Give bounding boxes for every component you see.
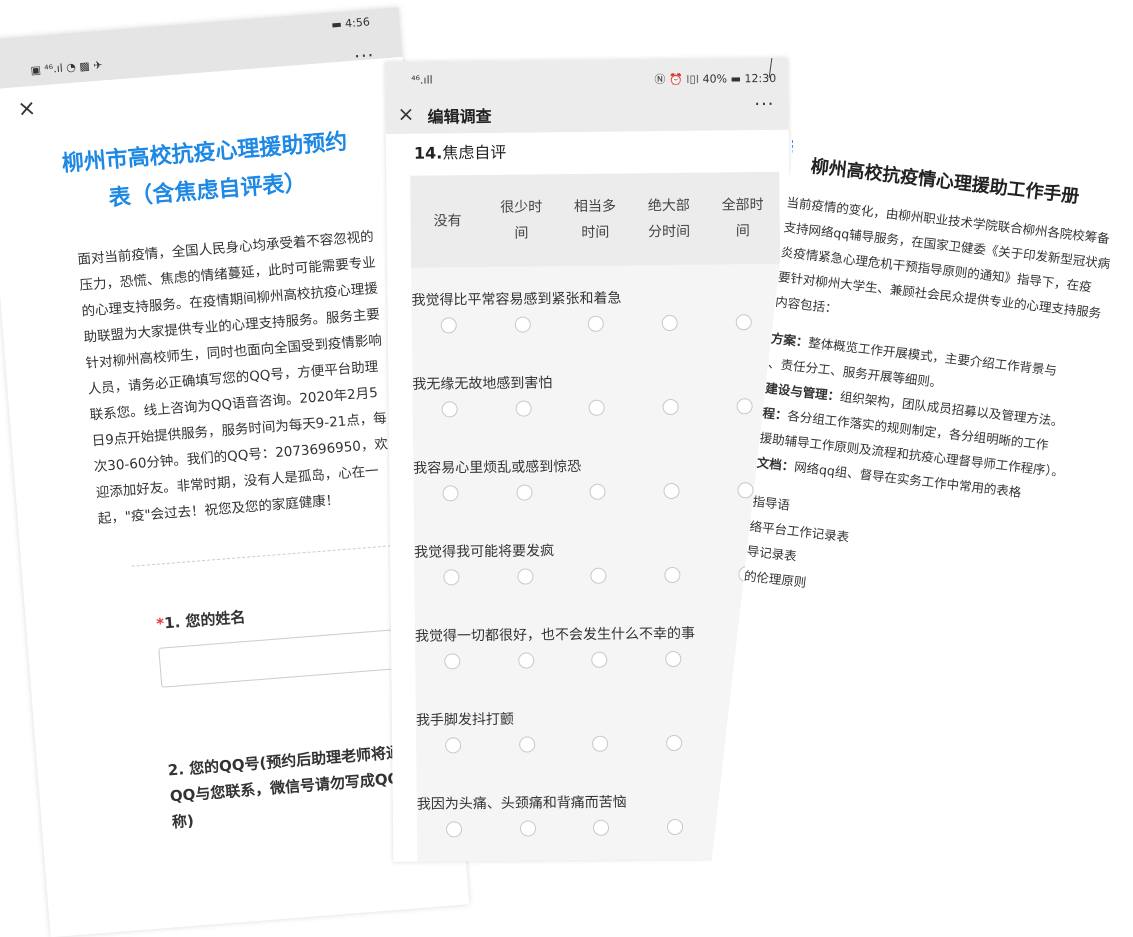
radio-group — [412, 314, 781, 334]
row-label: 我容易心里烦乱或感到惊恐 — [413, 458, 582, 477]
radio-option[interactable] — [519, 820, 536, 837]
radio-option[interactable] — [443, 569, 460, 586]
item-label: 程： — [761, 405, 789, 423]
form-intro: 面对当前疫情，全国人民身心均承受着不容忽视的压力，恐慌、焦虑的情绪蔓延，此时可能… — [76, 228, 389, 528]
battery-time: ▬ 4:56 — [330, 15, 371, 32]
radio-option[interactable] — [593, 819, 610, 836]
radio-option[interactable] — [444, 653, 461, 670]
radio-option[interactable] — [441, 401, 458, 418]
radio-option[interactable] — [592, 735, 609, 752]
radio-group — [413, 482, 782, 502]
status-icons: ▣ ⁴⁶.ıl ◔ ▩ ✈ — [30, 58, 103, 78]
table-row: 我觉得比平常容易感到紧张和着急 — [411, 264, 781, 352]
question-text: 焦虑自评 — [442, 142, 507, 163]
radio-option[interactable] — [736, 398, 753, 415]
item-label: 文档： — [756, 454, 796, 474]
question-number: 14. — [413, 143, 443, 163]
radio-option[interactable] — [515, 400, 532, 417]
radio-option[interactable] — [662, 398, 679, 416]
doc-items: 方案：整体概览工作开展模式，主要介绍工作背景与 、责任分工、服务开展等细则。 建… — [756, 326, 1133, 520]
radio-option[interactable] — [737, 482, 754, 499]
question-qq: 2. 您的QQ号(预约后助理老师将通过QQ与您联系，微信号请勿写成QQ昵称) — [167, 742, 417, 832]
question-title: 14.焦虑自评 — [385, 129, 790, 164]
page-title: 编辑调查 — [427, 106, 492, 127]
row-label: 我觉得比平常容易感到紧张和着急 — [411, 290, 622, 309]
radio-option[interactable] — [518, 736, 535, 753]
table-row: 我无缘无故地感到害怕 — [412, 348, 782, 436]
radio-option[interactable] — [665, 650, 682, 668]
radio-option[interactable] — [440, 317, 457, 334]
matrix-header: 没有 很少时间 相当多时间 绝大部分时间 全部时间 — [410, 171, 781, 268]
more-icon[interactable]: ··· — [354, 45, 376, 68]
radio-group — [414, 566, 783, 586]
radio-option[interactable] — [517, 568, 534, 585]
radio-option[interactable] — [517, 652, 535, 669]
row-label: 我觉得一切都很好，也不会发生什么不幸的事 — [414, 625, 696, 645]
radio-option[interactable] — [666, 734, 683, 752]
column-header: 绝大部分时间 — [647, 197, 691, 241]
system-status: Ⓝ ⏰ ⁞▯⁞ 40% ▬ 12:30 — [654, 71, 777, 87]
nav-bar: × 编辑调查 ··· — [385, 91, 789, 134]
form-title: 柳州市高校抗疫心理援助预约表（含焦虑自评表） — [61, 129, 349, 212]
radio-option[interactable] — [735, 314, 752, 331]
radio-option[interactable] — [444, 737, 462, 754]
signal-icon: ⁴⁶.ıll — [411, 73, 433, 87]
row-label: 我觉得我可能将要发疯 — [414, 543, 555, 561]
radio-option[interactable] — [514, 316, 531, 333]
name-input[interactable] — [158, 627, 421, 688]
radio-option[interactable] — [591, 651, 608, 668]
column-header: 很少时间 — [500, 199, 543, 242]
radio-option[interactable] — [590, 567, 607, 584]
item-label: 建设与管理： — [764, 380, 841, 404]
row-label: 我无缘无故地感到害怕 — [412, 375, 553, 393]
table-row: 我觉得一切都很好，也不会发生什么不幸的事 — [415, 600, 785, 688]
column-header: 相当多时间 — [573, 198, 617, 241]
radio-option[interactable] — [664, 566, 681, 584]
table-row: 我觉得我可能将要发疯 — [414, 516, 784, 604]
radio-option[interactable] — [588, 315, 605, 332]
radio-option[interactable] — [663, 482, 680, 500]
question-label: 1. 您的姓名 — [163, 607, 247, 633]
radio-option[interactable] — [667, 818, 684, 836]
close-icon[interactable]: × — [17, 96, 37, 122]
radio-option[interactable] — [445, 821, 463, 838]
radio-group — [413, 398, 782, 418]
question-name: *1. 您的姓名 — [155, 593, 416, 634]
column-header: 没有 — [433, 213, 462, 230]
item-label: 方案： — [770, 330, 810, 350]
radio-option[interactable] — [589, 399, 606, 416]
close-icon[interactable]: × — [397, 102, 414, 126]
table-row: 我容易心里烦乱或感到惊恐 — [413, 432, 783, 520]
column-header: 全部时间 — [721, 197, 764, 240]
radio-option[interactable] — [589, 483, 607, 500]
radio-option[interactable] — [442, 485, 459, 502]
status-bar: ⁴⁶.ıll Ⓝ ⏰ ⁞▯⁞ 40% ▬ 12:30 — [385, 57, 789, 96]
more-icon[interactable]: ··· — [754, 94, 774, 115]
radio-group — [415, 650, 784, 670]
divider — [131, 543, 411, 567]
radio-option[interactable] — [516, 484, 533, 501]
radio-option[interactable] — [661, 314, 679, 332]
